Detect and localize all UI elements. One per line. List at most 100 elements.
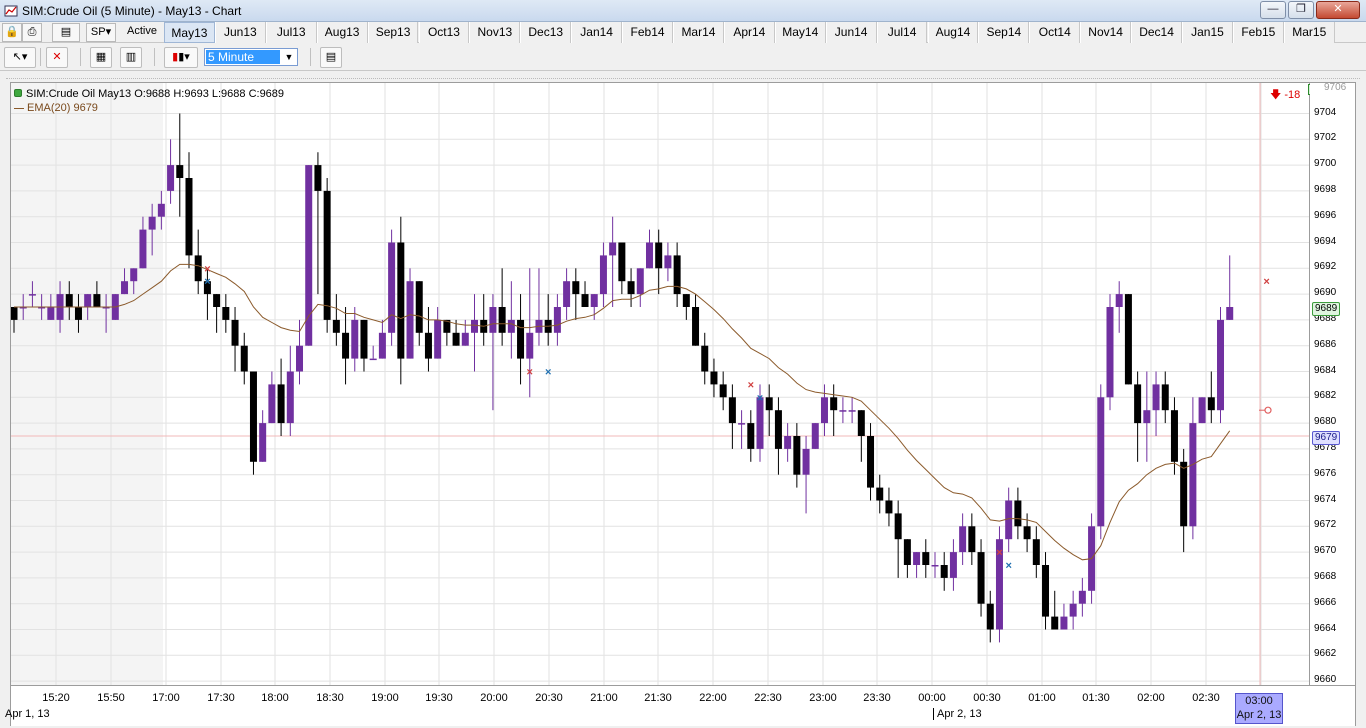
candle-body [645,242,653,269]
price-tick-label: 9668 [1314,570,1337,582]
candle-body [406,281,414,359]
candle-body [461,332,469,346]
cursor-tool-icon[interactable]: ↖▾ [4,47,36,68]
candle-body [922,552,930,565]
candle-body [802,448,810,475]
candle-body [820,397,828,424]
minimize-button[interactable]: — [1260,1,1286,19]
candle-body [452,332,460,346]
contract-tab-jul14[interactable]: Jul14 [876,22,928,43]
delete-icon[interactable]: ✕ [46,47,68,68]
price-tick-label: 9702 [1314,132,1337,144]
series-status-icon [14,89,22,97]
time-tick-label: 15:20 [42,692,70,704]
contract-tab-aug14[interactable]: Aug14 [927,22,979,43]
candle-body [728,397,736,424]
contract-tab-feb14[interactable]: Feb14 [622,22,673,43]
interval-value: 5 Minute [206,50,280,64]
contract-tab-dec14[interactable]: Dec14 [1131,22,1182,43]
candle-body [655,242,663,269]
contract-tab-mar15[interactable]: Mar15 [1283,22,1335,43]
contract-tab-jun13[interactable]: Jun13 [214,22,266,43]
candle-body [738,423,746,425]
candle-body [130,268,138,282]
candle-body [876,487,884,501]
candle-body [148,216,156,230]
time-tick-label: 15:50 [97,692,125,704]
candle-body [1226,307,1234,320]
position-indicator: 🡇 -18 [1270,89,1301,101]
candle-body [167,165,175,191]
series-legend: SIM:Crude Oil May13 O:9688 H:9693 L:9688… [14,87,284,101]
candle-body [231,319,239,346]
contract-tab-may14[interactable]: May14 [774,22,826,43]
candle-body [360,319,368,359]
contract-tab-sep14[interactable]: Sep14 [978,22,1030,43]
time-axis[interactable]: Apr 1, 13 Apr 2, 13 15:20 15:50 17:00 17:30… [5,686,1356,726]
ema-line-icon [14,107,24,109]
contract-tab-nov13[interactable]: Nov13 [469,22,521,43]
candle-body [756,397,764,449]
candle-body [351,319,359,359]
candle-body [867,436,875,488]
chart-properties-icon[interactable]: ▦ [90,47,112,68]
bar-style-icon[interactable]: ▮▮▾ [164,47,198,68]
interval-select[interactable]: 5 Minute ▼ [204,48,298,66]
contract-tab-oct14[interactable]: Oct14 [1029,22,1081,43]
contract-tab-may13[interactable]: May13 [164,22,215,43]
price-tick-label: 9674 [1314,493,1337,505]
restore-button[interactable]: ❐ [1288,1,1314,19]
contract-tab-sep13[interactable]: Sep13 [367,22,419,43]
contract-tab-oct13[interactable]: Oct13 [418,22,470,43]
candle-body [1023,526,1031,540]
candle-body [682,294,690,307]
lock-icon[interactable]: 🔒 [2,23,22,42]
instrument-selector[interactable]: SP▾ [86,23,116,42]
candle-body [84,294,92,307]
candle-body [259,423,267,462]
contract-tab-aug13[interactable]: Aug13 [316,22,368,43]
time-tick-label: 20:30 [535,692,563,704]
candle-body [719,384,727,398]
candle-body [1115,294,1123,307]
contract-tab-dec13[interactable]: Dec13 [520,22,572,43]
order-circle-icon [1264,406,1272,414]
chevron-down-icon[interactable]: ▼ [281,49,297,65]
candle-body [65,294,73,307]
candle-body [774,410,782,449]
data-window-icon[interactable]: ▤ [320,47,342,68]
candle-body [710,371,718,385]
candle-body [986,603,994,630]
close-button[interactable]: ✕ [1316,1,1360,19]
candle-body [1069,603,1077,617]
price-axis[interactable]: 9660 9662 9664 9666 9668 9670 9672 9674 9676 9678… [1310,82,1356,686]
contract-tab-jan14[interactable]: Jan14 [571,22,623,43]
contract-tab-jun14[interactable]: Jun14 [825,22,877,43]
candle-body [434,319,442,359]
candle-body [489,307,497,333]
symbol-icon[interactable]: ▤ [52,23,80,42]
candle-body [701,345,709,372]
contract-tab-feb15[interactable]: Feb15 [1232,22,1284,43]
time-tick-label: 19:30 [425,692,453,704]
time-tick-label: 02:30 [1192,692,1220,704]
contract-tab-jan15[interactable]: Jan15 [1182,22,1233,43]
time-tick-label: 17:00 [152,692,180,704]
contract-tab-apr14[interactable]: Apr14 [723,22,775,43]
candle-body [1097,397,1105,527]
contract-tab-mar14[interactable]: Mar14 [673,22,724,43]
candlestick-chart[interactable]: ××× ×××××× [11,83,1310,686]
printer-icon[interactable]: ⎙ [22,23,42,42]
contract-tab-nov14[interactable]: Nov14 [1080,22,1132,43]
active-contract-button[interactable]: Active [118,23,166,42]
last-price-tag: 9689 [1312,302,1341,316]
price-chart-area[interactable]: × × × × × × × × × [10,82,1310,686]
sell-marker-icon: × [748,379,754,391]
candle-body [977,552,985,604]
candle-body [857,410,865,436]
indicators-icon[interactable]: ▥ [120,47,142,68]
contract-tab-jul13[interactable]: Jul13 [265,22,317,43]
candle-body [185,178,193,256]
candle-body [664,255,672,269]
candle-body [1124,294,1132,385]
